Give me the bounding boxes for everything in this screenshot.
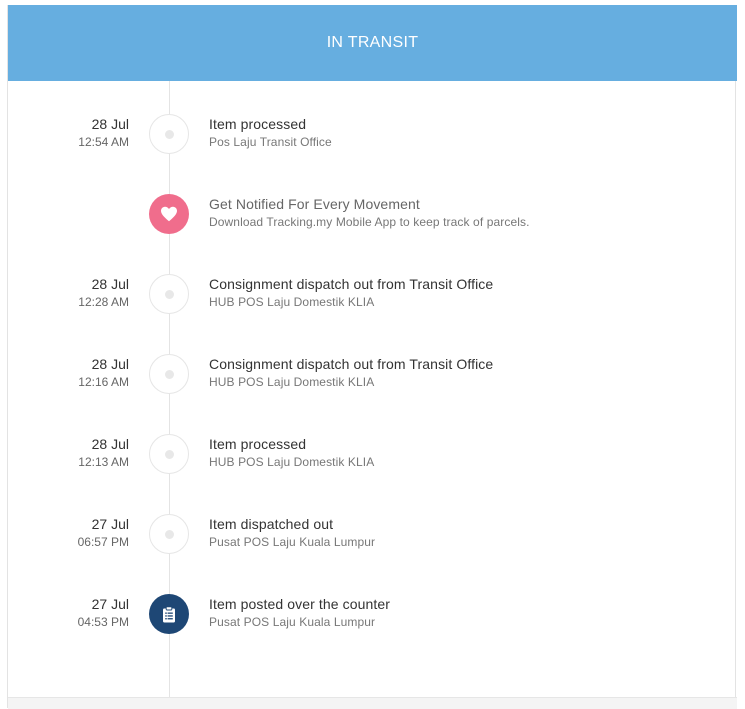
event-time: 04:53 PM: [77, 615, 129, 629]
tracking-card: IN TRANSIT 28 Jul 12:54 AM Item processe…: [7, 5, 737, 709]
event-title: Item dispatched out: [209, 516, 334, 532]
clipboard-icon: [149, 594, 189, 634]
event-title: Consignment dispatch out from Transit Of…: [209, 276, 494, 292]
event-title: Item processed: [209, 116, 307, 132]
card-footer: [8, 697, 737, 709]
event-location: Pusat POS Laju Kuala Lumpur: [209, 615, 376, 629]
status-title: IN TRANSIT: [326, 34, 419, 51]
timeline-node-icon: [149, 434, 189, 474]
event-location: Pusat POS Laju Kuala Lumpur: [209, 535, 376, 549]
event-date: 27 Jul: [91, 516, 129, 532]
event-location: HUB POS Laju Domestik KLIA: [209, 375, 375, 389]
event-date: 28 Jul: [91, 116, 129, 132]
event-date: 28 Jul: [91, 276, 129, 292]
event-title: Consignment dispatch out from Transit Of…: [209, 356, 494, 372]
event-location: HUB POS Laju Domestik KLIA: [209, 455, 375, 469]
timeline-event: 28 Jul 12:16 AM Consignment dispatch out…: [8, 354, 737, 398]
timeline-node-icon: [149, 274, 189, 314]
event-time: 12:28 AM: [78, 295, 129, 309]
promo-subtitle: Download Tracking.my Mobile App to keep …: [209, 215, 530, 229]
timeline-event: 28 Jul 12:13 AM Item processed HUB POS L…: [8, 434, 737, 478]
promo-title[interactable]: Get Notified For Every Movement: [209, 195, 530, 213]
timeline-node-icon: [149, 354, 189, 394]
event-time: 12:54 AM: [78, 135, 129, 149]
event-location: Pos Laju Transit Office: [209, 135, 332, 149]
timeline-event: 27 Jul 06:57 PM Item dispatched out Pusa…: [8, 514, 737, 558]
event-time: 12:16 AM: [78, 375, 129, 389]
event-date: 28 Jul: [91, 436, 129, 452]
timeline-node-icon: [149, 114, 189, 154]
app-promo[interactable]: Get Notified For Every Movement Download…: [8, 194, 737, 238]
event-title: Item posted over the counter: [209, 596, 391, 612]
timeline-event: 28 Jul 12:54 AM Item processed Pos Laju …: [8, 114, 737, 158]
event-time: 12:13 AM: [78, 455, 129, 469]
event-location: HUB POS Laju Domestik KLIA: [209, 295, 375, 309]
heart-icon: [149, 194, 189, 234]
event-date: 28 Jul: [91, 356, 129, 372]
timeline-event: 28 Jul 12:28 AM Consignment dispatch out…: [8, 274, 737, 318]
timeline-node-icon: [149, 514, 189, 554]
event-time: 06:57 PM: [77, 535, 129, 549]
timeline-event: 27 Jul 04:53 PM Item posted over the cou…: [8, 594, 737, 638]
event-title: Item processed: [209, 436, 307, 452]
event-date: 27 Jul: [91, 596, 129, 612]
status-header: IN TRANSIT: [8, 5, 737, 81]
